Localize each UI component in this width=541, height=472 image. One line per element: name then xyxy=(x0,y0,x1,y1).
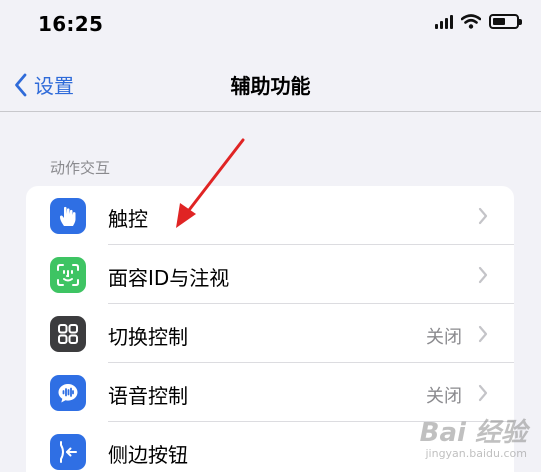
status-time: 16:25 xyxy=(38,12,104,36)
row-switch-control[interactable]: 切换控制 关闭 xyxy=(26,304,514,363)
chevron-right-icon xyxy=(478,325,488,343)
side-button-icon xyxy=(50,434,86,470)
battery-level xyxy=(493,18,505,25)
row-touch[interactable]: 触控 xyxy=(26,186,514,245)
page-title: 辅助功能 xyxy=(230,74,311,98)
wifi-icon xyxy=(461,14,481,29)
row-label: 切换控制 xyxy=(108,325,188,349)
cellular-signal-icon xyxy=(435,14,453,29)
watermark-brand: Bai 经验 xyxy=(419,418,527,448)
face-id-icon xyxy=(50,257,86,293)
row-value: 关闭 xyxy=(426,327,462,348)
chevron-right-icon xyxy=(478,266,488,284)
switch-control-icon xyxy=(50,316,86,352)
chevron-right-icon xyxy=(478,207,488,225)
navigation-bar: 设置 辅助功能 xyxy=(0,50,541,112)
accessibility-screen: 16:25 设置 辅助功能 动作交互 触控 面容ID与注视 切换控制 关闭 语音… xyxy=(0,0,541,472)
status-bar: 16:25 xyxy=(0,0,541,50)
section-header: 动作交互 xyxy=(50,159,111,177)
voice-control-icon xyxy=(50,375,86,411)
watermark: Bai 经验 jingyan.baidu.com xyxy=(420,412,527,460)
row-label: 触控 xyxy=(108,207,148,231)
status-icons xyxy=(435,14,522,29)
row-label: 侧边按钮 xyxy=(108,443,188,467)
row-face-id[interactable]: 面容ID与注视 xyxy=(26,245,514,304)
row-value: 关闭 xyxy=(426,386,462,407)
touch-icon xyxy=(50,198,86,234)
battery-icon xyxy=(489,14,522,29)
row-label: 面容ID与注视 xyxy=(108,266,230,290)
chevron-right-icon xyxy=(478,384,488,402)
watermark-url: jingyan.baidu.com xyxy=(425,447,527,460)
row-label: 语音控制 xyxy=(108,384,188,408)
